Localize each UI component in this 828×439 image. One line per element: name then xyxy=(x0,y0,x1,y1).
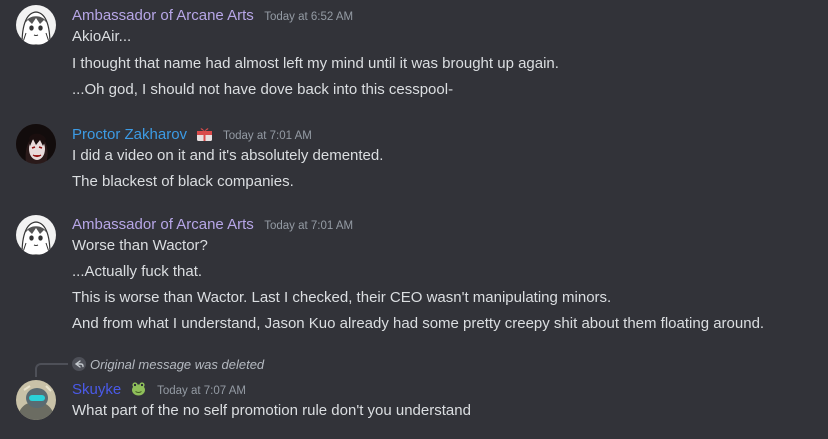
author-name[interactable]: Ambassador of Arcane Arts xyxy=(72,216,254,233)
user-avatar[interactable] xyxy=(16,5,56,45)
message-text: AkioAir... xyxy=(72,28,132,45)
message-text: I thought that name had almost left my m… xyxy=(72,55,559,72)
timestamp[interactable]: Today at 6:52 AM xyxy=(264,11,353,23)
helmet-character-avatar-icon xyxy=(16,380,56,420)
timestamp[interactable]: Today at 7:01 AM xyxy=(223,130,312,142)
message-text: This is worse than Wactor. Last I checke… xyxy=(72,289,612,306)
anime-girl-avatar-icon xyxy=(16,215,56,255)
author-name[interactable]: Ambassador of Arcane Arts xyxy=(72,7,254,24)
reply-text: Original message was deleted xyxy=(90,357,265,372)
author-name[interactable]: Skuyke xyxy=(72,381,121,398)
timestamp[interactable]: Today at 7:01 AM xyxy=(264,220,353,232)
reply-spine xyxy=(35,363,68,377)
message-text: The blackest of black companies. xyxy=(72,173,294,190)
gift-box-icon xyxy=(196,125,213,142)
anime-girl-avatar-icon xyxy=(16,5,56,45)
message-text: I did a video on it and it's absolutely … xyxy=(72,147,384,164)
user-avatar[interactable] xyxy=(16,215,56,255)
user-avatar[interactable] xyxy=(16,124,56,164)
frog-icon xyxy=(130,380,147,397)
message-text: ...Oh god, I should not have dove back i… xyxy=(72,81,454,98)
dark-haired-man-avatar-icon xyxy=(16,124,56,164)
message-text: What part of the no self promotion rule … xyxy=(72,402,471,419)
reply-reference[interactable]: Original message was deleted xyxy=(72,357,264,372)
user-avatar[interactable] xyxy=(16,380,56,420)
message-text: ...Actually fuck that. xyxy=(72,263,203,280)
reply-arrow-icon xyxy=(72,357,86,371)
timestamp[interactable]: Today at 7:07 AM xyxy=(157,385,246,397)
author-name[interactable]: Proctor Zakharov xyxy=(72,126,187,143)
message-text: And from what I understand, Jason Kuo al… xyxy=(72,315,765,332)
message-text: Worse than Wactor? xyxy=(72,237,208,254)
